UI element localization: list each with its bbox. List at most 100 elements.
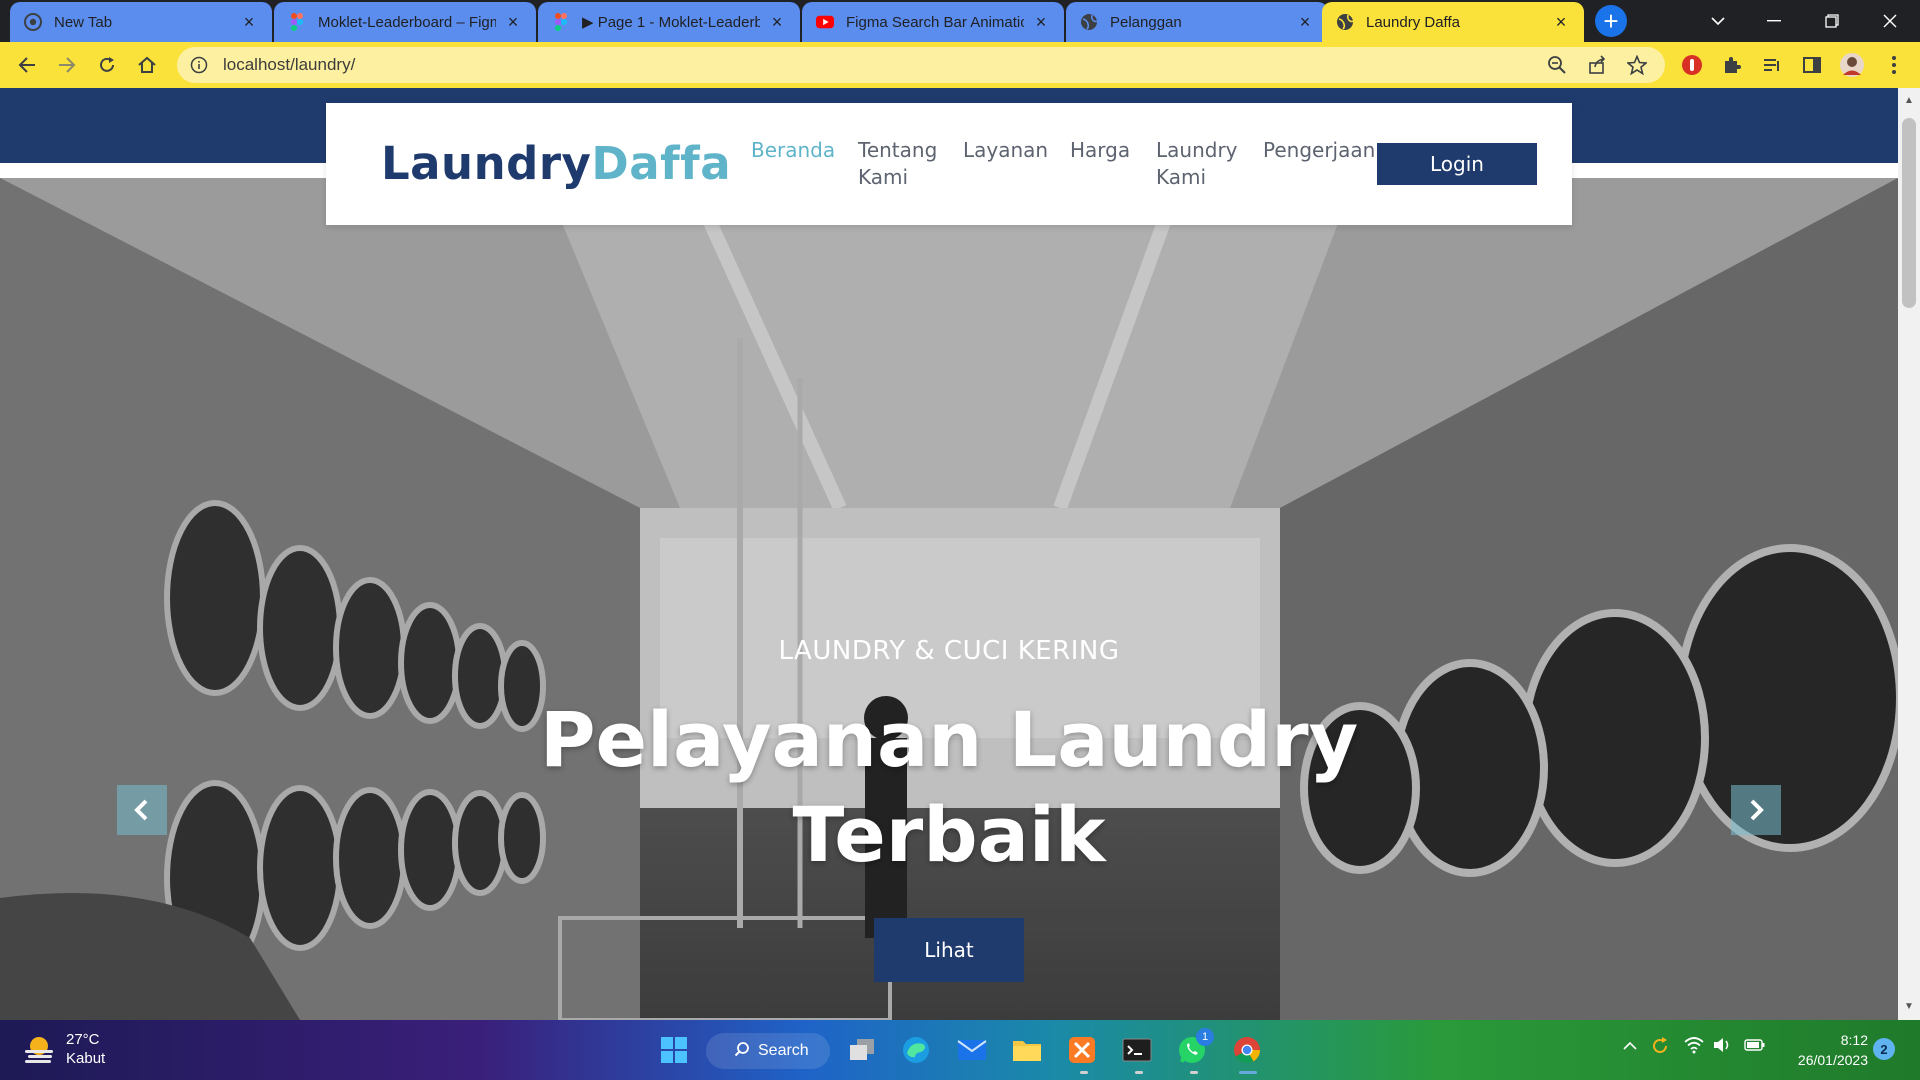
tab-moklet-leaderboard[interactable]: Moklet-Leaderboard – Figma ×: [274, 2, 536, 42]
scroll-down-icon[interactable]: ▼: [1903, 1000, 1915, 1012]
nav-item-pengerjaan[interactable]: Pengerjaan: [1263, 137, 1375, 164]
nav-label: Layanan: [963, 138, 1049, 162]
weather-condition: Kabut: [66, 1050, 106, 1067]
nav-item-beranda[interactable]: Beranda: [751, 137, 835, 164]
site-navbar: LaundryDaffa Beranda Tentang Kami Layana…: [326, 103, 1572, 225]
tab-title: Moklet-Leaderboard – Figma: [318, 13, 496, 31]
figma-icon: [552, 13, 570, 31]
restore-icon[interactable]: [1804, 0, 1860, 42]
running-indicator: [1080, 1071, 1088, 1074]
wifi-icon[interactable]: [1684, 1036, 1704, 1058]
system-clock[interactable]: 8:12 26/01/2023: [1780, 1030, 1868, 1070]
tab-pelanggan[interactable]: Pelanggan ×: [1066, 2, 1328, 42]
running-indicator: [1135, 1071, 1143, 1074]
share-icon[interactable]: [1583, 51, 1611, 79]
battery-icon[interactable]: [1744, 1038, 1766, 1055]
address-bar[interactable]: localhost/laundry/: [177, 47, 1665, 83]
tab-new-tab[interactable]: New Tab ×: [10, 2, 272, 42]
tab-title: Pelanggan: [1110, 13, 1182, 31]
new-tab-button[interactable]: +: [1595, 5, 1627, 37]
scroll-up-icon[interactable]: ▲: [1903, 94, 1915, 106]
tab-title: New Tab: [54, 13, 113, 31]
search-label: Search: [758, 1042, 809, 1059]
brand-part2: Daffa: [591, 137, 732, 190]
reading-list-icon[interactable]: [1758, 51, 1786, 79]
nav-item-layanan[interactable]: Layanan: [963, 137, 1048, 164]
scrollbar-thumb[interactable]: [1902, 118, 1916, 308]
zoom-icon[interactable]: [1543, 51, 1571, 79]
chrome-icon: [24, 13, 42, 31]
extensions-icon[interactable]: [1718, 51, 1746, 79]
mail-icon[interactable]: [954, 1032, 990, 1068]
back-icon[interactable]: [12, 50, 42, 80]
tab-strip: New Tab × Moklet-Leaderboard – Figma × ▶…: [0, 0, 1920, 42]
clock-date: 26/01/2023: [1797, 1052, 1868, 1068]
chevron-up-icon[interactable]: [1622, 1038, 1638, 1055]
nav-label: Laundry: [1156, 138, 1238, 162]
close-icon[interactable]: ×: [1552, 13, 1570, 31]
close-icon[interactable]: ×: [768, 13, 786, 31]
close-icon[interactable]: ×: [240, 13, 258, 31]
youtube-icon: [816, 13, 834, 31]
tab-page-1[interactable]: ▶ Page 1 - Moklet-Leaderboard ×: [538, 2, 800, 42]
nav-item-laundry-kami[interactable]: Laundry Kami: [1156, 137, 1238, 191]
nav-item-harga[interactable]: Harga: [1070, 137, 1130, 164]
xampp-icon[interactable]: [1064, 1032, 1100, 1068]
clock-time: 8:12: [1840, 1032, 1868, 1048]
brand-part1: Laundry: [381, 137, 592, 190]
tab-title: Laundry Daffa: [1366, 13, 1460, 31]
taskbar-search[interactable]: Search: [706, 1033, 830, 1069]
carousel-next-icon[interactable]: [1731, 785, 1781, 835]
profile-avatar[interactable]: [1838, 51, 1866, 79]
forward-icon[interactable]: [52, 50, 82, 80]
running-indicator: [1190, 1071, 1198, 1074]
tab-search-icon[interactable]: [1690, 0, 1746, 42]
site-logo[interactable]: LaundryDaffa: [381, 137, 731, 190]
close-icon[interactable]: ×: [504, 13, 522, 31]
windows-start-icon[interactable]: [656, 1032, 692, 1068]
sync-icon[interactable]: [1650, 1036, 1670, 1060]
info-icon[interactable]: [189, 55, 209, 75]
figma-icon: [288, 13, 306, 31]
lihat-button[interactable]: Lihat: [874, 918, 1024, 982]
url-text[interactable]: localhost/laundry/: [223, 55, 355, 75]
nav-label: Kami: [1156, 165, 1207, 189]
page-scrollbar[interactable]: ▲ ▼: [1898, 88, 1920, 1020]
minimize-icon[interactable]: [1746, 0, 1802, 42]
nav-item-tentang-kami[interactable]: Tentang Kami: [858, 137, 937, 191]
notification-badge[interactable]: 2: [1873, 1038, 1895, 1060]
nav-label: Beranda: [751, 138, 836, 162]
window-close-icon[interactable]: [1862, 0, 1918, 42]
terminal-icon[interactable]: [1119, 1032, 1155, 1068]
extension-red-icon[interactable]: [1678, 51, 1706, 79]
weather-temp: 27°C: [66, 1031, 100, 1048]
nav-label: Pengerjaan: [1263, 138, 1376, 162]
hero-subtitle: LAUNDRY & CUCI KERING: [778, 636, 1120, 666]
edge-browser-icon[interactable]: [898, 1032, 934, 1068]
close-icon[interactable]: ×: [1296, 13, 1314, 31]
nav-label: Harga: [1070, 138, 1131, 162]
bookmark-star-icon[interactable]: [1623, 51, 1651, 79]
web-page: LaundryDaffa Beranda Tentang Kami Layana…: [0, 88, 1898, 1020]
browser-toolbar: localhost/laundry/: [0, 42, 1920, 88]
login-button[interactable]: Login: [1377, 143, 1537, 185]
weather-widget[interactable]: 27°C Kabut: [22, 1030, 105, 1068]
weather-fog-icon: [25, 1037, 53, 1063]
task-view-icon[interactable]: [844, 1032, 880, 1068]
home-icon[interactable]: [132, 50, 162, 80]
tab-title: ▶ Page 1 - Moklet-Leaderboard: [582, 14, 760, 31]
chrome-taskbar-icon[interactable]: [1229, 1032, 1265, 1068]
side-panel-icon[interactable]: [1798, 51, 1826, 79]
hero-overlay: [0, 178, 1898, 1020]
hero-carousel: [0, 178, 1898, 1020]
reload-icon[interactable]: [92, 50, 122, 80]
tab-laundry-daffa[interactable]: Laundry Daffa ×: [1322, 2, 1584, 42]
whatsapp-icon[interactable]: 1: [1174, 1028, 1214, 1068]
tab-figma-search[interactable]: Figma Search Bar Animation ×: [802, 2, 1064, 42]
close-icon[interactable]: ×: [1032, 13, 1050, 31]
carousel-prev-icon[interactable]: [117, 785, 167, 835]
file-explorer-icon[interactable]: [1009, 1032, 1045, 1068]
volume-icon[interactable]: [1712, 1036, 1732, 1058]
globe-icon: [1336, 13, 1354, 31]
menu-kebab-icon[interactable]: [1880, 51, 1908, 79]
